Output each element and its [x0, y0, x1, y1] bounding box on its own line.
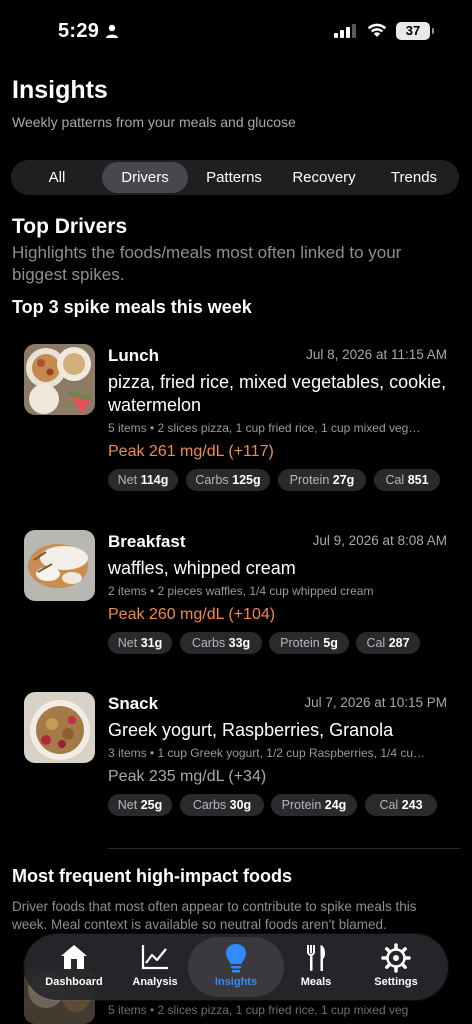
meal-peak-glucose: Peak 261 mg/dL (+117)	[108, 443, 274, 460]
tab-meals[interactable]: Meals	[272, 934, 360, 1000]
person-icon	[105, 24, 119, 43]
meal-type: Breakfast	[108, 532, 186, 551]
status-bar: 5:29 37	[0, 0, 472, 62]
macro-chip-calories: Cal 851	[374, 469, 440, 491]
meal-foods: waffles, whipped cream	[108, 558, 296, 578]
meal-type: Lunch	[108, 346, 159, 365]
gear-icon	[381, 943, 411, 973]
battery-indicator: 37	[396, 22, 434, 40]
section-divider	[108, 848, 460, 849]
segment-recovery[interactable]: Recovery	[279, 162, 369, 193]
macro-chip-protein: Protein 5g	[269, 632, 349, 654]
meal-date: Jul 9, 2026 at 8:08 AM	[312, 533, 447, 548]
wifi-icon	[366, 21, 388, 43]
top-spike-meals-title: Top 3 spike meals this week	[12, 297, 252, 317]
page-subtitle: Weekly patterns from your meals and gluc…	[12, 114, 296, 130]
tab-analysis[interactable]: Analysis	[111, 934, 199, 1000]
tab-label: Insights	[214, 976, 258, 988]
bottom-tab-bar: Dashboard Analysis Insights Meals Settin…	[24, 934, 448, 1000]
tab-dashboard[interactable]: Dashboard	[30, 934, 118, 1000]
spike-meal-card[interactable]: Lunch Jul 8, 2026 at 11:15 AM pizza, fri…	[0, 338, 472, 498]
meal-items: 5 items • 2 slices pizza, 1 cup fried ri…	[108, 421, 421, 435]
tab-settings[interactable]: Settings	[352, 934, 440, 1000]
meal-foods: pizza, fried rice, mixed vegetables, coo…	[108, 372, 447, 415]
page-title: Insights	[12, 76, 108, 104]
macro-chip-carbs: Carbs 33g	[180, 632, 262, 654]
tab-label: Settings	[374, 976, 418, 988]
meal-items: 3 items • 1 cup Greek yogurt, 1/2 cup Ra…	[108, 746, 426, 760]
meal-peak-glucose: Peak 235 mg/dL (+34)	[108, 768, 267, 785]
macro-chip-carbs: Carbs 30g	[180, 794, 264, 816]
lightbulb-icon	[226, 944, 246, 973]
meal-photo	[24, 530, 95, 601]
macro-chip-calories: Cal 243	[365, 794, 437, 816]
macro-chip-protein: Protein 27g	[278, 469, 366, 491]
meal-items: 2 items • 2 pieces waffles, 1/4 cup whip…	[108, 584, 374, 598]
fork-knife-icon	[307, 945, 326, 971]
tab-label: Dashboard	[45, 976, 103, 988]
macro-chip-calories: Cal 287	[356, 632, 420, 654]
meal-date: Jul 7, 2026 at 10:15 PM	[304, 695, 447, 710]
spike-meal-card[interactable]: Breakfast Jul 9, 2026 at 8:08 AM waffles…	[0, 524, 472, 684]
macro-chip-net: Net 31g	[108, 632, 172, 654]
frequent-foods-description: Driver foods that most often appear to c…	[12, 899, 417, 932]
segment-patterns[interactable]: Patterns	[191, 162, 277, 193]
segment-trends[interactable]: Trends	[371, 162, 457, 193]
top-drivers-description: Highlights the foods/meals most often li…	[12, 243, 402, 284]
meal-foods: Greek yogurt, Raspberries, Granola	[108, 720, 394, 740]
cellular-signal-icon	[334, 24, 358, 43]
meal-photo	[24, 344, 95, 415]
status-time: 5:29	[58, 20, 100, 42]
tab-insights[interactable]: Insights	[188, 934, 284, 1000]
segment-drivers[interactable]: Drivers	[102, 162, 188, 193]
line-chart-icon	[141, 945, 168, 970]
meal-items: 5 items • 2 slices pizza, 1 cup fried ri…	[108, 1003, 409, 1017]
top-drivers-title: Top Drivers	[12, 215, 128, 238]
macro-chip-carbs: Carbs 125g	[186, 469, 270, 491]
insights-segmented-control: All Drivers Patterns Recovery Trends	[11, 160, 459, 195]
tab-label: Meals	[300, 976, 332, 988]
tab-label: Analysis	[132, 976, 178, 988]
frequent-foods-title: Most frequent high-impact foods	[12, 866, 292, 886]
macro-chip-net: Net 114g	[108, 469, 178, 491]
segment-all[interactable]: All	[13, 162, 101, 193]
macro-chip-net: Net 25g	[108, 794, 172, 816]
meal-peak-glucose: Peak 260 mg/dL (+104)	[108, 606, 276, 623]
house-icon	[61, 945, 87, 969]
meal-type: Snack	[108, 694, 159, 713]
meal-photo	[24, 692, 95, 763]
spike-meal-card[interactable]: Snack Jul 7, 2026 at 10:15 PM Greek yogu…	[0, 686, 472, 846]
meal-date: Jul 8, 2026 at 11:15 AM	[306, 347, 447, 362]
macro-chip-protein: Protein 24g	[271, 794, 357, 816]
